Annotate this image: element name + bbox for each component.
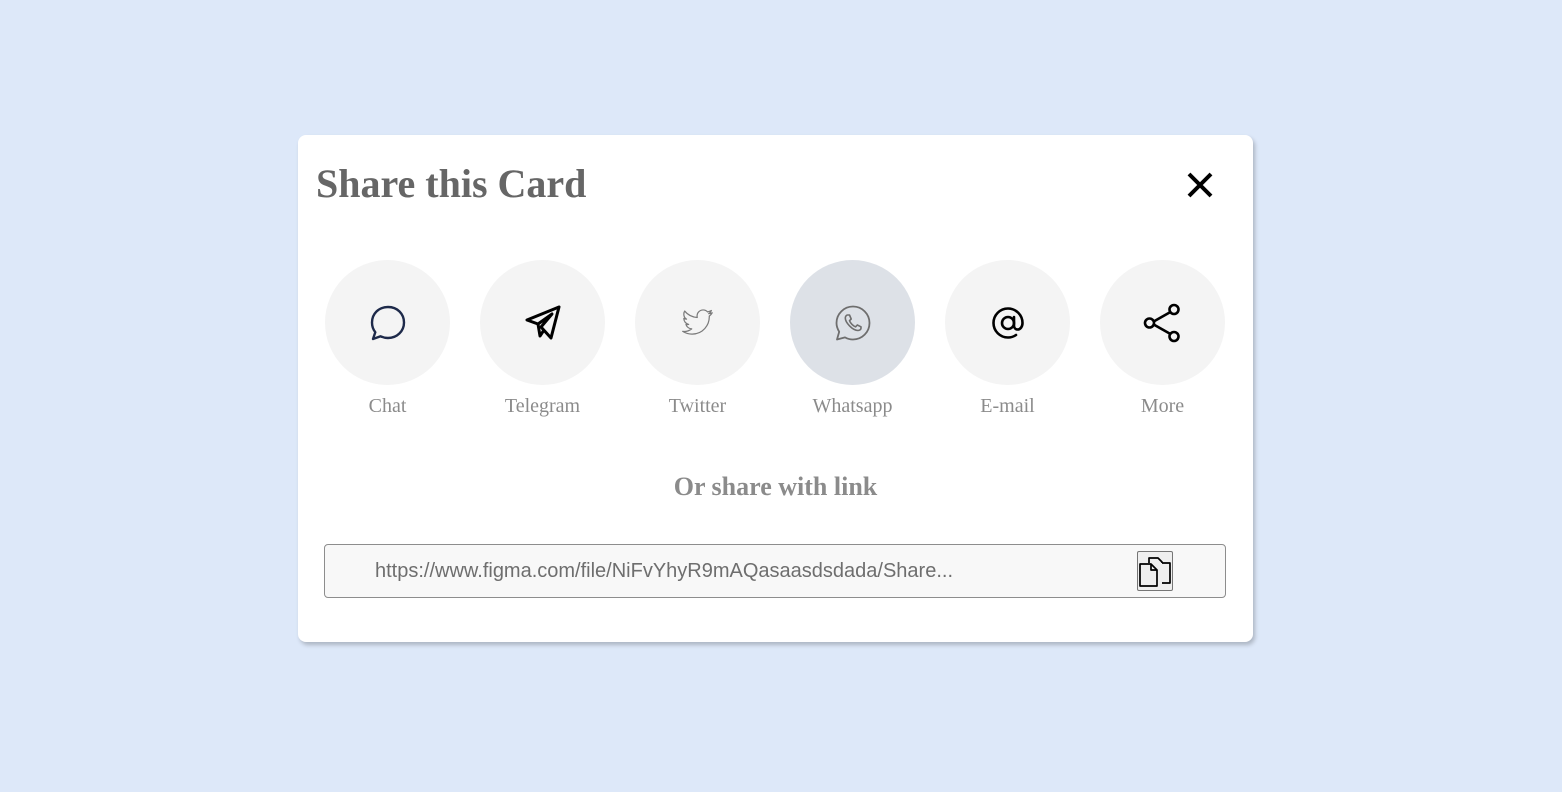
share-option-telegram[interactable]: Telegram <box>480 260 605 425</box>
share-modal: Share this Card Chat Telegram Twitter Wh… <box>298 135 1253 642</box>
modal-title: Share this Card <box>316 161 587 206</box>
share-option-chat[interactable]: Chat <box>325 260 450 425</box>
share-link-field <box>324 544 1226 598</box>
share-circle[interactable] <box>945 260 1070 385</box>
copy-icon <box>1139 557 1171 587</box>
copy-link-button[interactable] <box>1137 551 1173 591</box>
share-circle[interactable] <box>480 260 605 385</box>
twitter-icon <box>681 308 713 335</box>
link-section-heading: Or share with link <box>673 472 878 501</box>
share-option-whatsapp[interactable]: Whatsapp <box>790 260 915 425</box>
telegram-icon <box>525 305 560 339</box>
share-option-more[interactable]: More <box>1100 260 1225 425</box>
share-option-email[interactable]: E-mail <box>945 260 1070 425</box>
close-icon <box>1187 172 1213 198</box>
share-label-whatsapp: Whatsapp <box>812 395 893 417</box>
share-label-email: E-mail <box>980 395 1035 417</box>
share-circle-active[interactable] <box>790 260 915 385</box>
share-label-twitter: Twitter <box>668 395 727 417</box>
share-circle[interactable] <box>1100 260 1225 385</box>
at-sign-icon <box>991 306 1024 339</box>
share-circle[interactable] <box>325 260 450 385</box>
share-label-chat: Chat <box>368 395 407 417</box>
whatsapp-icon <box>835 305 870 340</box>
share-label-more: More <box>1140 395 1185 417</box>
share-label-telegram: Telegram <box>504 395 581 417</box>
chat-bubble-icon <box>370 305 405 340</box>
share-option-twitter[interactable]: Twitter <box>635 260 760 425</box>
share-circle[interactable] <box>635 260 760 385</box>
share-icon <box>1143 303 1180 342</box>
close-button[interactable] <box>1184 169 1216 201</box>
share-link-input[interactable] <box>375 555 1115 587</box>
